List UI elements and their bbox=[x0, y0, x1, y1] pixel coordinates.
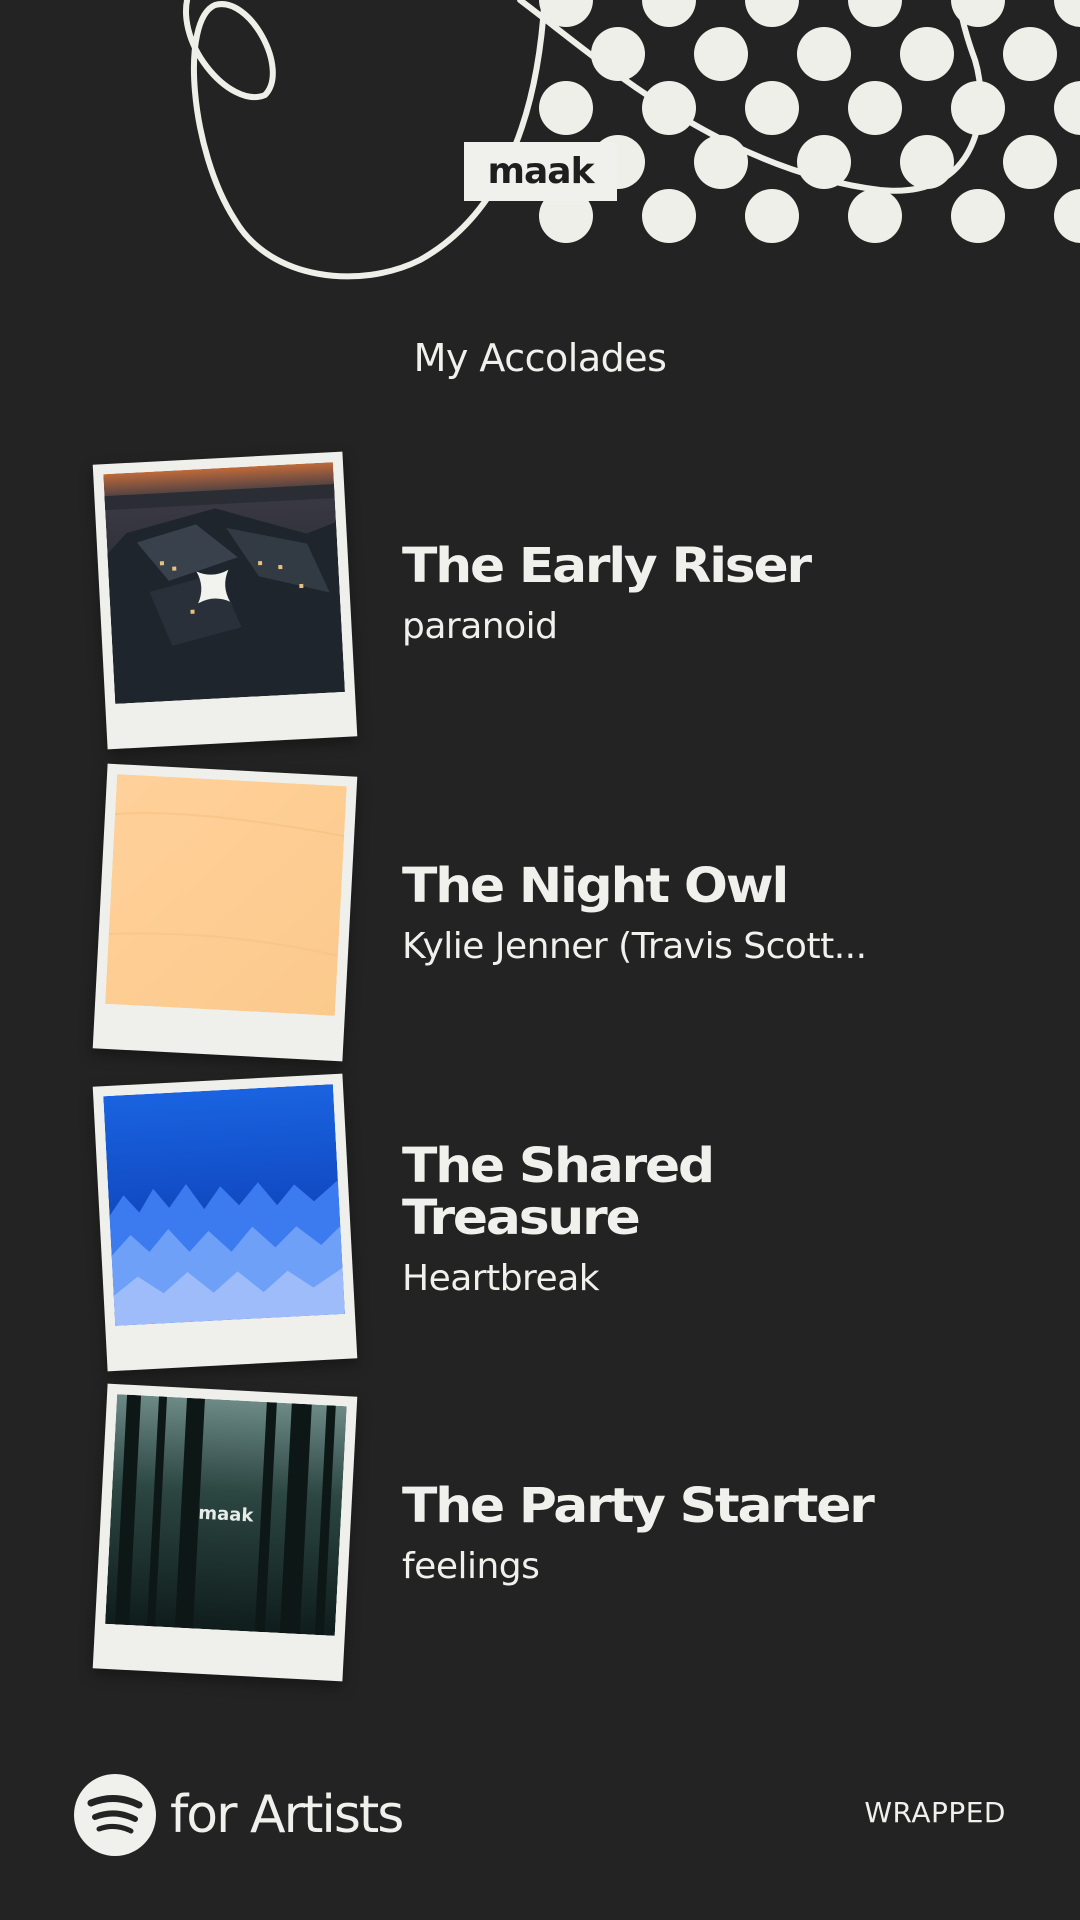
cover-artist-wordmark: maak bbox=[198, 1503, 255, 1527]
album-cover-polaroid: maak bbox=[92, 1383, 358, 1682]
decorative-dot bbox=[951, 189, 1005, 243]
album-cover-image bbox=[105, 774, 347, 1016]
accolade-item: The Shared Treasure Heartbreak bbox=[0, 1073, 1080, 1380]
artist-tag: maak bbox=[464, 142, 617, 201]
accolade-track: Heartbreak bbox=[402, 1258, 600, 1299]
decorative-dot bbox=[848, 0, 902, 27]
album-cover-polaroid bbox=[92, 451, 358, 750]
decorative-dot bbox=[1003, 27, 1057, 81]
album-cover-polaroid bbox=[92, 763, 358, 1062]
decorative-dot bbox=[745, 81, 799, 135]
accolade-item: maak The Party Starter feelings bbox=[0, 1383, 1080, 1690]
decorative-dot bbox=[1054, 189, 1080, 243]
accolade-track: feelings bbox=[402, 1546, 540, 1587]
page-title: My Accolades bbox=[413, 336, 667, 380]
spotify-icon bbox=[74, 1774, 156, 1856]
accolade-title: The Early Riser bbox=[402, 538, 812, 594]
decorative-dot bbox=[1054, 0, 1080, 27]
accolade-track: Kylie Jenner (Travis Scott... bbox=[402, 926, 867, 967]
decorative-dot bbox=[694, 27, 748, 81]
decorative-dot bbox=[745, 0, 799, 27]
accolade-track: paranoid bbox=[402, 606, 558, 647]
decorative-dot bbox=[539, 81, 593, 135]
decorative-dot bbox=[694, 135, 748, 189]
spotify-for-artists-logo: for Artists bbox=[74, 1774, 404, 1856]
decorative-dot bbox=[900, 27, 954, 81]
album-cover-polaroid bbox=[92, 1073, 358, 1372]
decorative-dot bbox=[745, 189, 799, 243]
brand-label: for Artists bbox=[170, 1785, 404, 1845]
album-cover-image bbox=[103, 1084, 345, 1326]
decorative-dot bbox=[848, 81, 902, 135]
accolade-title: The Night Owl bbox=[402, 858, 789, 914]
decorative-dot bbox=[642, 0, 696, 27]
accolade-title: The Party Starter bbox=[402, 1478, 875, 1534]
album-cover-image: maak bbox=[105, 1394, 347, 1636]
decorative-dot bbox=[797, 27, 851, 81]
decorative-dot bbox=[642, 189, 696, 243]
accolade-item: The Night Owl Kylie Jenner (Travis Scott… bbox=[0, 763, 1080, 1070]
accolade-title: The Shared Treasure bbox=[402, 1138, 715, 1246]
decorative-dot bbox=[1054, 81, 1080, 135]
album-cover-image bbox=[103, 462, 345, 704]
wrapped-label: WRAPPED bbox=[864, 1796, 1006, 1829]
decorative-dot bbox=[848, 189, 902, 243]
decorative-dot bbox=[900, 135, 954, 189]
decorative-dot bbox=[1003, 135, 1057, 189]
accolade-item: The Early Riser paranoid bbox=[0, 451, 1080, 758]
